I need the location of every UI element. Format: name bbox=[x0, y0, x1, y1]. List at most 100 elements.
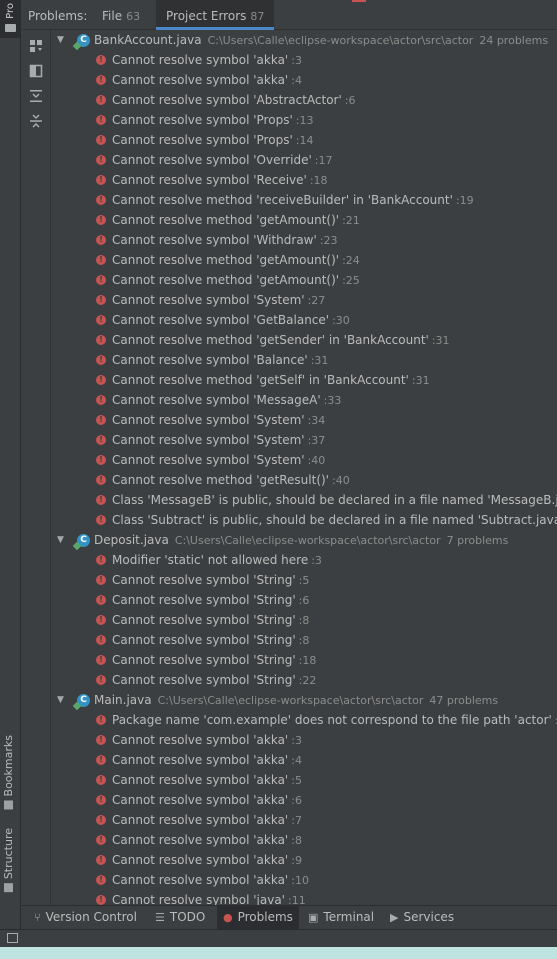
problem-row[interactable]: ! Cannot resolve method 'getResult()':40 bbox=[52, 470, 557, 490]
tab-services[interactable]: ▶ Services bbox=[384, 906, 460, 930]
problem-row[interactable]: ! Cannot resolve symbol 'Props':13 bbox=[52, 110, 557, 130]
problem-row[interactable]: ! Cannot resolve symbol 'Receive':18 bbox=[52, 170, 557, 190]
problem-row[interactable]: ! Cannot resolve symbol 'String':6 bbox=[52, 590, 557, 610]
problem-line: :31 bbox=[411, 374, 430, 387]
problem-row[interactable]: ! Cannot resolve symbol 'String':22 bbox=[52, 670, 557, 690]
problem-row[interactable]: ! Cannot resolve method 'getSelf' in 'Ban… bbox=[52, 370, 557, 390]
problem-message: Cannot resolve symbol 'akka':3 bbox=[112, 730, 302, 751]
problem-text: Cannot resolve symbol 'akka' bbox=[112, 733, 289, 747]
file-node[interactable]: ▼ C BankAccount.java C:\Users\Calle\eclipse… bbox=[52, 30, 557, 50]
error-icon: ! bbox=[96, 195, 106, 205]
error-icon: ! bbox=[96, 615, 106, 625]
problem-row[interactable]: ! Cannot resolve symbol 'MessageA':33 bbox=[52, 390, 557, 410]
problem-row[interactable]: ! Cannot resolve method 'getAmount()':25 bbox=[52, 270, 557, 290]
chevron-down-icon[interactable]: ▼ bbox=[57, 30, 67, 50]
structure-tool-tab[interactable]: Structure bbox=[2, 828, 15, 893]
project-tab-label: Pro bbox=[5, 3, 16, 19]
problem-row[interactable]: ! Cannot resolve symbol 'System':27 bbox=[52, 290, 557, 310]
problem-row[interactable]: ! Cannot resolve symbol 'akka':8 bbox=[52, 830, 557, 850]
problem-row[interactable]: ! Cannot resolve symbol 'akka':7 bbox=[52, 810, 557, 830]
problem-row[interactable]: ! Cannot resolve symbol 'akka':4 bbox=[52, 70, 557, 90]
problem-row[interactable]: ! Cannot resolve symbol 'akka':9 bbox=[52, 850, 557, 870]
problem-row[interactable]: ! Cannot resolve symbol 'akka':4 bbox=[52, 750, 557, 770]
problem-row[interactable]: ! Cannot resolve symbol 'Balance':31 bbox=[52, 350, 557, 370]
expand-all-icon[interactable] bbox=[29, 89, 43, 103]
error-icon: ! bbox=[96, 635, 106, 645]
tab-file[interactable]: File 63 bbox=[92, 0, 150, 30]
problem-message: Package name 'com.example' does not corr… bbox=[112, 710, 557, 731]
collapse-all-icon[interactable] bbox=[29, 114, 43, 128]
problem-row[interactable]: ! Cannot resolve symbol 'String':18 bbox=[52, 650, 557, 670]
problem-row[interactable]: ! Cannot resolve symbol 'String':5 bbox=[52, 570, 557, 590]
problem-row[interactable]: ! Cannot resolve symbol 'String':8 bbox=[52, 630, 557, 650]
tab-problems[interactable]: ● Problems bbox=[217, 906, 299, 930]
problems-toolbar bbox=[22, 30, 51, 905]
error-icon: ! bbox=[96, 295, 106, 305]
problem-row[interactable]: ! Cannot resolve symbol 'System':37 bbox=[52, 430, 557, 450]
problem-row[interactable]: ! Class 'MessageB' is public, should be d… bbox=[52, 490, 557, 510]
problem-row[interactable]: ! Cannot resolve symbol 'GetBalance':30 bbox=[52, 310, 557, 330]
problem-line: :31 bbox=[431, 334, 450, 347]
problem-row[interactable]: ! Cannot resolve symbol 'akka':10 bbox=[52, 870, 557, 890]
problem-text: Cannot resolve symbol 'String' bbox=[112, 613, 296, 627]
problem-row[interactable]: ! Cannot resolve method 'getSender' in 'B… bbox=[52, 330, 557, 350]
problem-message: Class 'MessageB' is public, should be de… bbox=[112, 490, 557, 511]
problem-message: Cannot resolve symbol 'Withdraw':23 bbox=[112, 230, 338, 251]
problem-row[interactable]: ! Modifier 'static' not allowed here:3 bbox=[52, 550, 557, 570]
class-icon: C bbox=[77, 694, 90, 707]
problem-row[interactable]: ! Cannot resolve symbol 'Withdraw':23 bbox=[52, 230, 557, 250]
bookmark-icon bbox=[4, 800, 13, 810]
problem-row[interactable]: ! Cannot resolve symbol 'java':11 bbox=[52, 890, 557, 905]
bookmarks-tool-tab[interactable]: Bookmarks bbox=[2, 735, 15, 810]
tab-version-control[interactable]: ⑂ Version Control bbox=[28, 906, 143, 930]
error-icon: ! bbox=[96, 895, 106, 905]
problem-row[interactable]: ! Cannot resolve symbol 'akka':5 bbox=[52, 770, 557, 790]
tab-todo[interactable]: ☰ TODO bbox=[149, 906, 211, 930]
problem-row[interactable]: ! Cannot resolve symbol 'AbstractActor':6 bbox=[52, 90, 557, 110]
problem-line: :27 bbox=[307, 294, 326, 307]
group-by-icon[interactable] bbox=[29, 39, 43, 53]
problem-message: Cannot resolve symbol 'System':34 bbox=[112, 410, 325, 431]
tool-windows-icon[interactable] bbox=[7, 933, 18, 943]
problem-line: :37 bbox=[307, 434, 326, 447]
problem-row[interactable]: ! Cannot resolve symbol 'akka':6 bbox=[52, 790, 557, 810]
tab-terminal[interactable]: ▣ Terminal bbox=[302, 906, 380, 930]
file-node[interactable]: ▼ C Main.java C:\Users\Calle\eclipse-worksp… bbox=[52, 690, 557, 710]
problem-line: :3 bbox=[291, 54, 302, 67]
problem-row[interactable]: ! Cannot resolve symbol 'akka':3 bbox=[52, 730, 557, 750]
list-icon: ☰ bbox=[155, 911, 165, 924]
tab-project-errors[interactable]: Project Errors 87 bbox=[156, 0, 275, 30]
problem-row[interactable]: ! Cannot resolve method 'receiveBuilder' … bbox=[52, 190, 557, 210]
problem-message: Cannot resolve symbol 'AbstractActor':6 bbox=[112, 90, 356, 111]
error-icon: ! bbox=[96, 415, 106, 425]
problem-line: :40 bbox=[307, 454, 326, 467]
class-icon: C bbox=[77, 534, 90, 547]
problem-row[interactable]: ! Cannot resolve method 'getAmount()':24 bbox=[52, 250, 557, 270]
problem-line: :17 bbox=[314, 154, 333, 167]
problem-row[interactable]: ! Cannot resolve symbol 'Props':14 bbox=[52, 130, 557, 150]
file-node[interactable]: ▼ C Deposit.java C:\Users\Calle\eclipse-wor… bbox=[52, 530, 557, 550]
problem-row[interactable]: ! Cannot resolve symbol 'Override':17 bbox=[52, 150, 557, 170]
problem-row[interactable]: ! Cannot resolve symbol 'System':34 bbox=[52, 410, 557, 430]
branch-icon: ⑂ bbox=[34, 911, 41, 924]
error-icon: ! bbox=[96, 515, 106, 525]
problem-row[interactable]: ! Package name 'com.example' does not cor… bbox=[52, 710, 557, 730]
problem-row[interactable]: ! Cannot resolve symbol 'String':8 bbox=[52, 610, 557, 630]
project-tool-tab[interactable]: Pro bbox=[0, 0, 21, 38]
problem-row[interactable]: ! Cannot resolve symbol 'System':40 bbox=[52, 450, 557, 470]
problem-row[interactable]: ! Cannot resolve symbol 'akka':3 bbox=[52, 50, 557, 70]
chevron-down-icon[interactable]: ▼ bbox=[57, 690, 67, 710]
problem-row[interactable]: ! Cannot resolve method 'getAmount()':21 bbox=[52, 210, 557, 230]
bookmarks-tab-label: Bookmarks bbox=[2, 735, 15, 797]
problem-line: :13 bbox=[295, 114, 314, 127]
folder-icon bbox=[5, 24, 16, 32]
problem-text: Cannot resolve symbol 'Props' bbox=[112, 113, 293, 127]
tab-project-errors-count: 87 bbox=[250, 10, 265, 23]
preview-icon[interactable] bbox=[29, 64, 43, 78]
chevron-down-icon[interactable]: ▼ bbox=[57, 530, 67, 550]
problem-text: Cannot resolve symbol 'java' bbox=[112, 893, 285, 905]
problem-text: Class 'Subtract' is public, should be de… bbox=[112, 513, 557, 527]
problem-text: Cannot resolve method 'getSender' in 'Ba… bbox=[112, 333, 429, 347]
problem-row[interactable]: ! Class 'Subtract' is public, should be d… bbox=[52, 510, 557, 530]
problem-message: Cannot resolve symbol 'String':8 bbox=[112, 630, 309, 651]
